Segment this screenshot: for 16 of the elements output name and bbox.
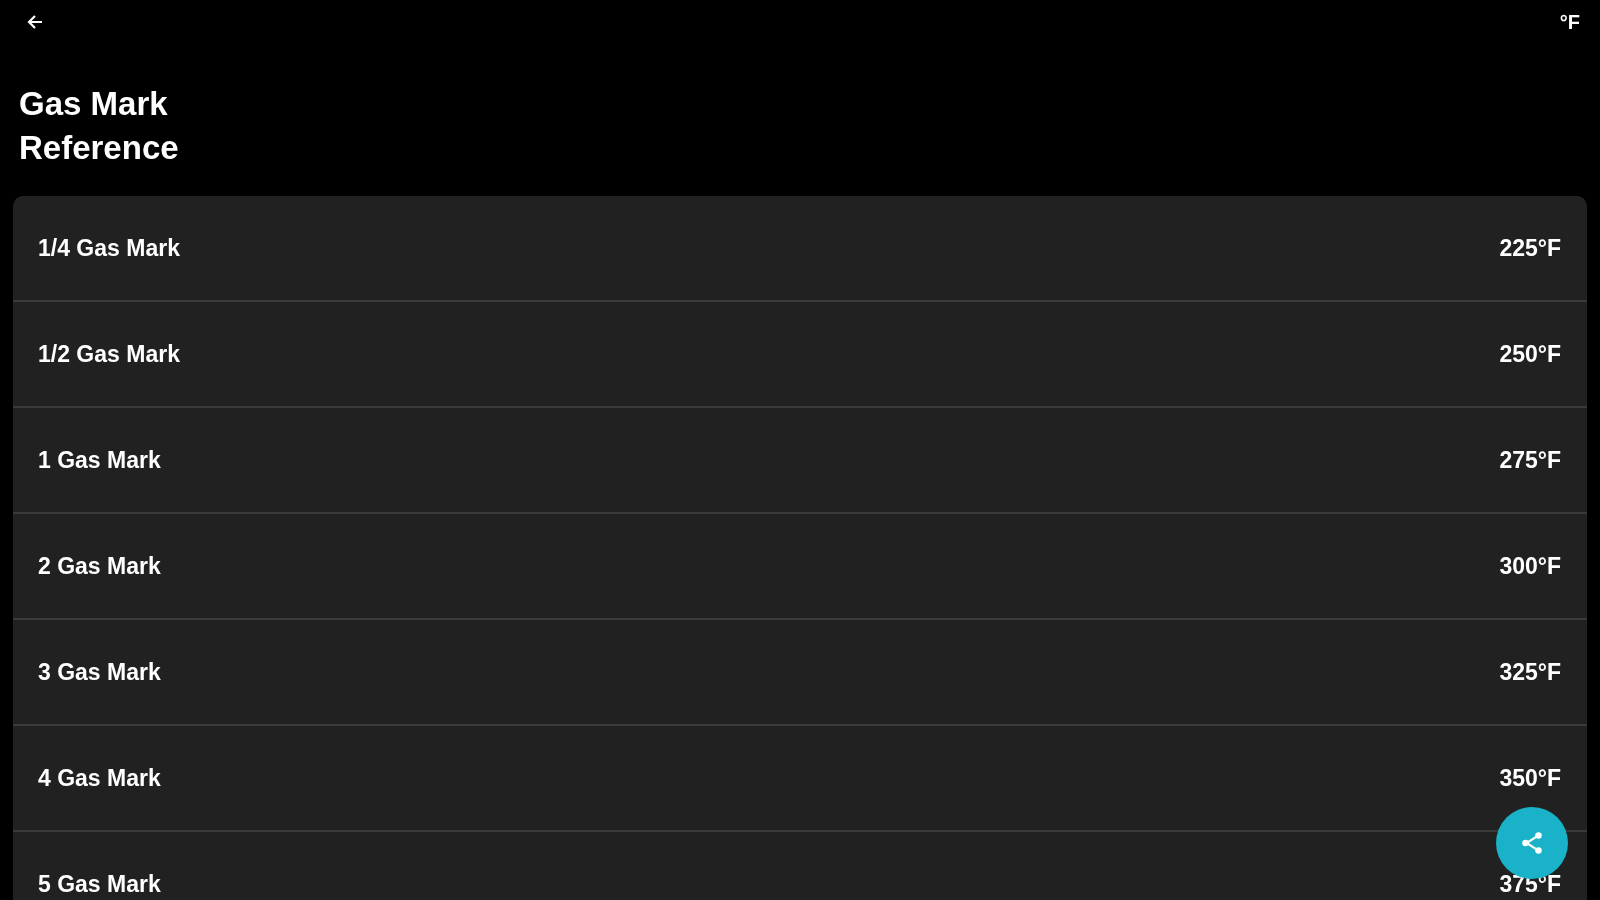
- gas-mark-label: 4 Gas Mark: [38, 764, 161, 792]
- temperature-value: 350°F: [1499, 764, 1561, 792]
- temperature-value: 300°F: [1499, 552, 1561, 580]
- temperature-value: 225°F: [1499, 234, 1561, 262]
- gas-mark-label: 1/4 Gas Mark: [38, 234, 180, 262]
- share-icon: [1519, 830, 1545, 856]
- gas-mark-label: 2 Gas Mark: [38, 552, 161, 580]
- temperature-value: 275°F: [1499, 446, 1561, 474]
- gas-mark-label: 1 Gas Mark: [38, 446, 161, 474]
- gas-mark-label: 3 Gas Mark: [38, 658, 161, 686]
- gas-mark-label: 5 Gas Mark: [38, 870, 161, 898]
- temperature-value: 250°F: [1499, 340, 1561, 368]
- page-title: Gas Mark Reference: [19, 84, 180, 168]
- gas-mark-label: 1/2 Gas Mark: [38, 340, 180, 368]
- unit-toggle[interactable]: °F: [1559, 10, 1580, 34]
- temperature-value: 325°F: [1499, 658, 1561, 686]
